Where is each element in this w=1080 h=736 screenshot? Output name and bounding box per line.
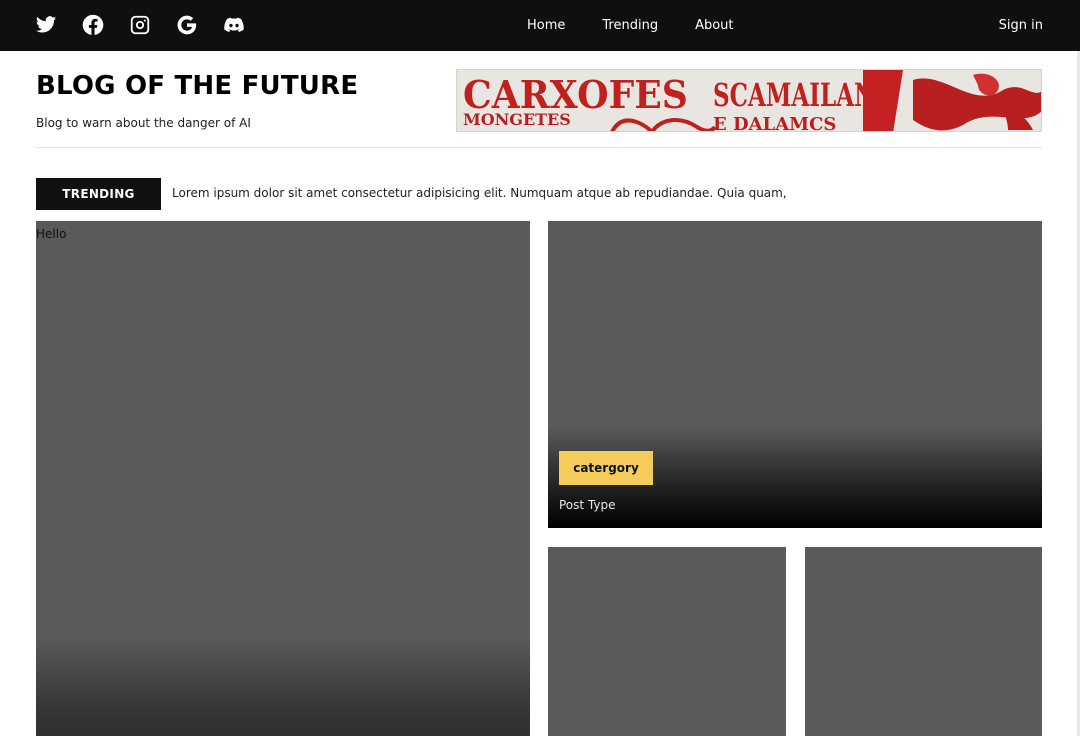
discord-icon[interactable]	[222, 13, 246, 37]
small-post-card[interactable]	[548, 547, 786, 736]
nav-trending[interactable]: Trending	[602, 17, 658, 35]
google-icon[interactable]	[175, 13, 199, 37]
banner-image: CARXOFES SCAMAILANS MONGETES E DALAMCS	[456, 69, 1042, 132]
instagram-icon[interactable]	[128, 13, 152, 37]
nav-home[interactable]: Home	[527, 17, 565, 35]
social-links	[34, 13, 269, 37]
post-type-label: Post Type	[559, 498, 616, 512]
facebook-icon[interactable]	[81, 13, 105, 37]
nav-about[interactable]: About	[695, 17, 733, 35]
top-navbar: Home Trending About Sign in	[0, 0, 1080, 51]
banner-swirl	[610, 118, 717, 131]
site-title: BLOG OF THE FUTURE	[36, 71, 359, 101]
secondary-post-card[interactable]: catergory Post Type	[548, 221, 1042, 528]
header-divider	[36, 147, 1042, 148]
twitter-icon[interactable]	[34, 13, 58, 37]
site-tagline: Blog to warn about the danger of AI	[36, 116, 251, 130]
small-post-card[interactable]	[805, 547, 1042, 736]
banner-text: MONGETES	[463, 110, 571, 129]
banner-ornament	[863, 70, 1041, 131]
sign-in-link[interactable]: Sign in	[999, 17, 1043, 35]
category-badge[interactable]: catergory	[559, 451, 653, 485]
trending-label: TRENDING	[36, 178, 161, 210]
trending-ticker[interactable]: Lorem ipsum dolor sit amet consectetur a…	[172, 186, 787, 200]
banner-text: E DALAMCS	[713, 114, 837, 132]
main-nav: Home Trending About	[527, 17, 771, 35]
featured-post-card[interactable]: Hello	[36, 221, 530, 736]
card-text: Hello	[36, 227, 67, 241]
